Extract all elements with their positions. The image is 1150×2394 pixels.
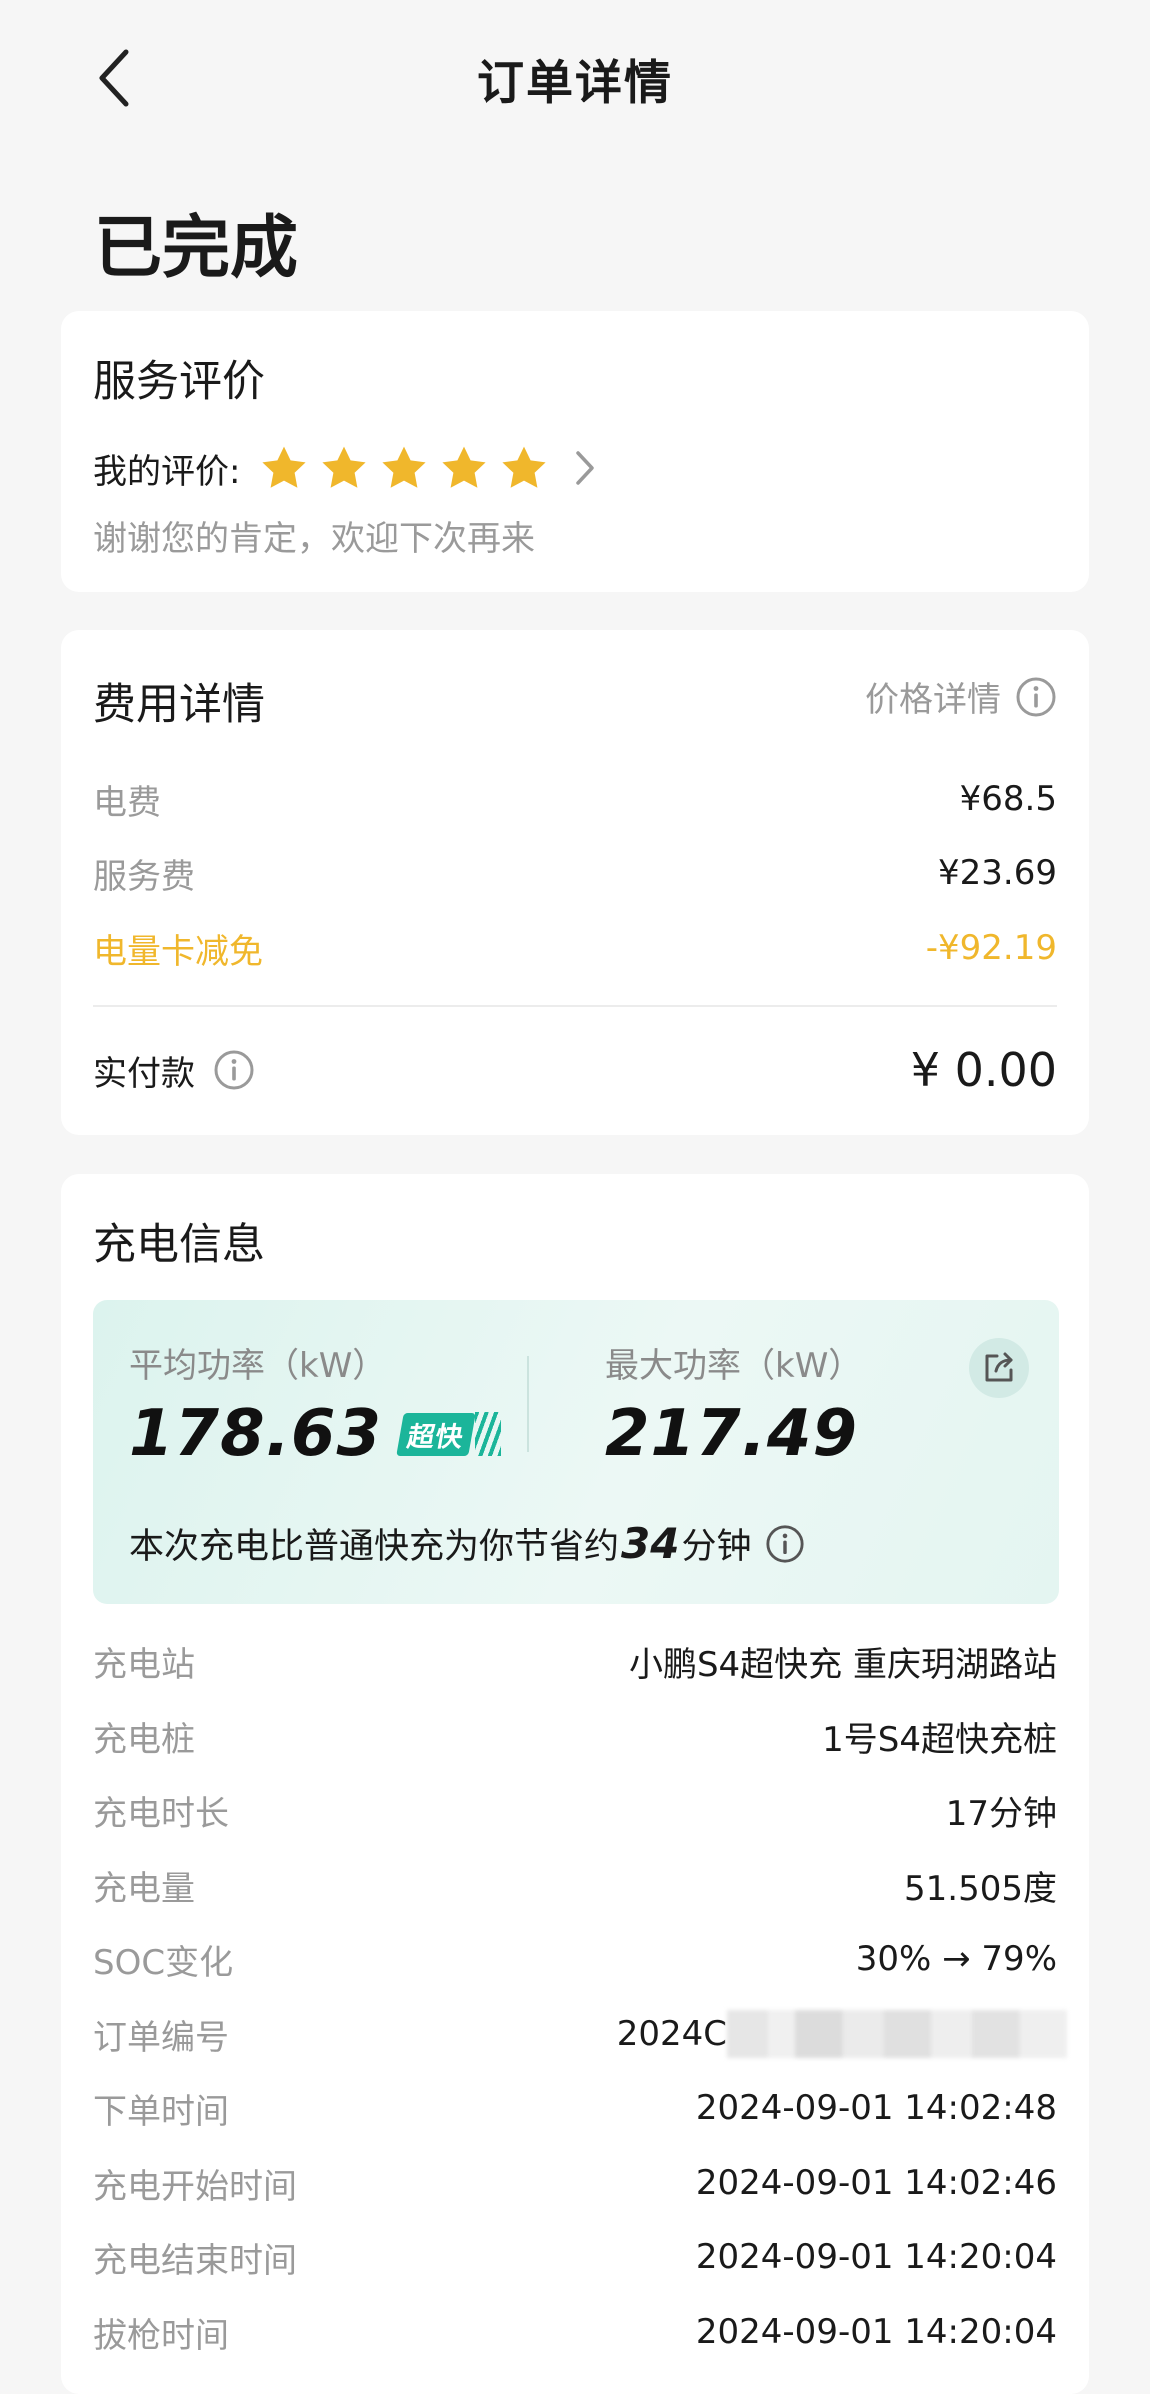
info-value: 2024-09-01 14:20:04 bbox=[695, 2312, 1057, 2352]
review-card: 服务评价 我的评价: 谢谢您的肯定，欢迎下次再来 bbox=[61, 311, 1089, 592]
paid-value: ¥ 0.00 bbox=[910, 1043, 1057, 1097]
paid-label: 实付款 bbox=[93, 1053, 195, 1094]
star-icon bbox=[314, 441, 374, 495]
max-power: 最大功率（kW） 217.49 bbox=[605, 1338, 862, 1471]
fee-value: ¥68.5 bbox=[959, 779, 1057, 819]
info-row-station: 充电站 小鹏S4超快充 重庆玥湖路站 bbox=[93, 1634, 1057, 1688]
max-power-label: 最大功率（kW） bbox=[605, 1346, 863, 1386]
info-value: 17分钟 bbox=[945, 1793, 1057, 1834]
info-label: 充电站 bbox=[93, 1644, 195, 1685]
save-suffix: 分钟 bbox=[681, 1527, 752, 1567]
avg-power-label: 平均功率（kW） bbox=[129, 1346, 387, 1386]
fee-title: 费用详情 bbox=[93, 680, 265, 730]
fee-label: 电费 bbox=[93, 782, 161, 823]
fee-label: 服务费 bbox=[93, 856, 195, 897]
rating-label: 我的评价: bbox=[93, 451, 241, 492]
fee-value: -¥92.19 bbox=[925, 928, 1057, 968]
info-row-unplug-time: 拔枪时间 2024-09-01 14:20:04 bbox=[93, 2305, 1057, 2359]
avg-power-value: 178.63 bbox=[129, 1397, 382, 1471]
max-power-value: 217.49 bbox=[605, 1397, 858, 1471]
info-label: 订单编号 bbox=[93, 2017, 229, 2058]
fee-row-discount: 电量卡减免 -¥92.19 bbox=[93, 921, 1057, 975]
fee-row-service: 服务费 ¥23.69 bbox=[93, 846, 1057, 900]
info-value: 51.505度 bbox=[904, 1868, 1057, 1909]
info-value: 2024-09-01 14:20:04 bbox=[695, 2237, 1057, 2277]
avg-power: 平均功率（kW） 178.63 超快 bbox=[129, 1338, 501, 1471]
charge-card: 充电信息 平均功率（kW） 178.63 超快 最大功率（kW） 217.49 bbox=[61, 1174, 1089, 2394]
info-row-soc: SOC变化 30% → 79% bbox=[93, 1932, 1057, 1986]
info-label: 充电桩 bbox=[93, 1719, 195, 1760]
info-icon bbox=[1016, 677, 1056, 716]
info-label: 充电时长 bbox=[93, 1793, 229, 1834]
save-prefix: 本次充电比普通快充为你节省约 bbox=[129, 1527, 620, 1567]
fast-badge-label: 超快 bbox=[396, 1412, 476, 1456]
redacted-block bbox=[727, 2010, 1067, 2058]
info-row-end-time: 充电结束时间 2024-09-01 14:20:04 bbox=[93, 2230, 1057, 2284]
info-label: 下单时间 bbox=[93, 2091, 229, 2132]
info-row-energy: 充电量 51.505度 bbox=[93, 1858, 1057, 1912]
share-icon bbox=[985, 1352, 1013, 1382]
power-summary: 平均功率（kW） 178.63 超快 最大功率（kW） 217.49 本次充电比… bbox=[93, 1300, 1059, 1604]
info-value: 2024-09-01 14:02:46 bbox=[695, 2163, 1057, 2203]
order-id-value: 2024C bbox=[616, 2014, 727, 2054]
info-row-duration: 充电时长 17分钟 bbox=[93, 1783, 1057, 1837]
info-row-pile: 充电桩 1号S4超快充桩 bbox=[93, 1709, 1057, 1763]
rating-row[interactable]: 我的评价: bbox=[93, 441, 604, 495]
fee-value: ¥23.69 bbox=[938, 853, 1057, 893]
star-icon bbox=[374, 441, 434, 495]
info-label: 拔枪时间 bbox=[93, 2315, 229, 2356]
info-value: 小鹏S4超快充 重庆玥湖路站 bbox=[628, 1644, 1057, 1685]
order-status: 已完成 bbox=[94, 209, 299, 288]
charge-title: 充电信息 bbox=[93, 1220, 265, 1270]
page-title: 订单详情 bbox=[477, 56, 673, 111]
info-label: 充电结束时间 bbox=[93, 2240, 297, 2281]
nav-bar: 订单详情 bbox=[0, 0, 1150, 160]
fast-badge: 超快 bbox=[396, 1411, 501, 1457]
fee-row-electricity: 电费 ¥68.5 bbox=[93, 772, 1057, 826]
price-detail-label: 价格详情 bbox=[865, 680, 1001, 720]
info-label: 充电量 bbox=[93, 1868, 195, 1909]
chevron-right-icon[interactable] bbox=[574, 441, 604, 495]
fee-label: 电量卡减免 bbox=[93, 931, 263, 972]
share-button[interactable] bbox=[969, 1338, 1029, 1398]
star-icon bbox=[494, 441, 554, 495]
review-title: 服务评价 bbox=[93, 357, 265, 407]
time-saved-text: 本次充电比普通快充为你节省约 34 分钟 bbox=[129, 1518, 805, 1569]
info-row-order-id: 订单编号 2024C bbox=[93, 2007, 1067, 2061]
fee-card: 费用详情 价格详情 电费 ¥68.5 服务费 ¥23.69 电量卡减免 -¥92… bbox=[61, 630, 1089, 1135]
info-label: 充电开始时间 bbox=[93, 2166, 297, 2207]
info-icon[interactable] bbox=[765, 1524, 805, 1564]
price-detail-link[interactable]: 价格详情 bbox=[865, 672, 1057, 721]
paid-row: 实付款 ¥ 0.00 bbox=[93, 1035, 1057, 1105]
star-icon bbox=[434, 441, 494, 495]
info-value: 30% → 79% bbox=[855, 1939, 1057, 1979]
info-value: 2024-09-01 14:02:48 bbox=[695, 2088, 1057, 2128]
divider bbox=[527, 1356, 529, 1452]
stripes-icon bbox=[474, 1412, 501, 1456]
rating-thanks: 谢谢您的肯定，欢迎下次再来 bbox=[93, 519, 535, 559]
save-minutes: 34 bbox=[621, 1519, 680, 1568]
info-label: SOC变化 bbox=[93, 1942, 234, 1983]
info-icon[interactable] bbox=[213, 1049, 255, 1091]
info-row-start-time: 充电开始时间 2024-09-01 14:02:46 bbox=[93, 2156, 1057, 2210]
info-value: 1号S4超快充桩 bbox=[822, 1719, 1057, 1760]
star-icon bbox=[254, 441, 314, 495]
divider bbox=[93, 1005, 1057, 1007]
info-row-order-time: 下单时间 2024-09-01 14:02:48 bbox=[93, 2081, 1057, 2135]
